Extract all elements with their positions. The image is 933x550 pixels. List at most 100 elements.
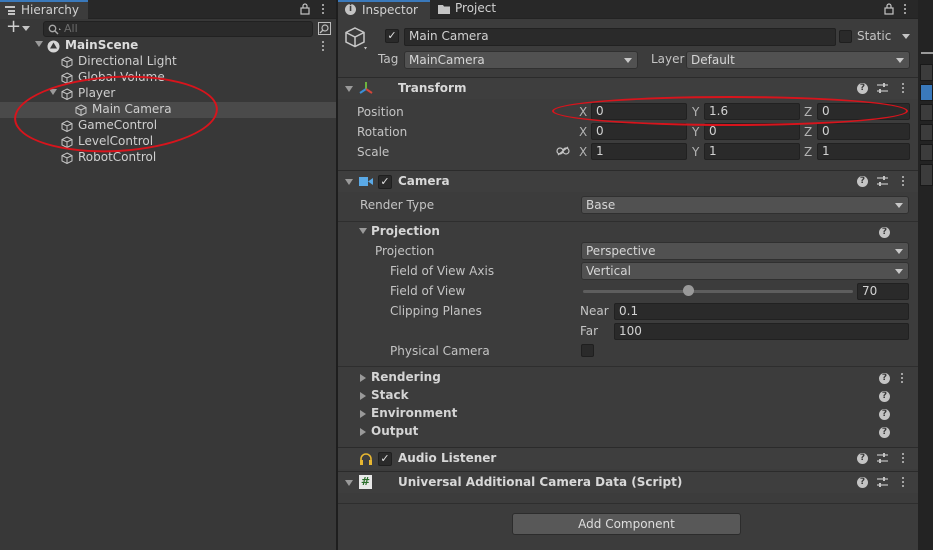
stack-section-title[interactable]: Stack: [371, 388, 409, 402]
audio-listener-checkbox[interactable]: ✓: [378, 452, 392, 466]
additional-camera-data-header[interactable]: # Universal Additional Camera Data (Scri…: [338, 471, 918, 493]
add-dropdown-icon[interactable]: [22, 26, 30, 31]
scene-menu-icon[interactable]: [322, 41, 325, 52]
strip-button-active[interactable]: [920, 84, 933, 101]
projection-dropdown[interactable]: Perspective: [581, 242, 909, 260]
static-dropdown-icon[interactable]: [902, 34, 910, 39]
rotation-z-input[interactable]: 0: [817, 123, 910, 140]
expand-arrow-icon[interactable]: [360, 374, 366, 382]
tag-dropdown[interactable]: MainCamera: [404, 51, 638, 69]
axis-z-label: Z: [804, 145, 813, 159]
component-menu-icon[interactable]: [902, 477, 905, 488]
tab-hierarchy-label: Hierarchy: [21, 3, 80, 17]
strip-button[interactable]: [920, 124, 933, 141]
strip-button[interactable]: [920, 64, 933, 81]
fov-label: Field of View: [390, 284, 466, 298]
active-checkbox[interactable]: ✓: [385, 29, 399, 43]
hierarchy-search-input[interactable]: All: [43, 21, 313, 37]
near-input[interactable]: 0.1: [614, 303, 909, 320]
fov-axis-dropdown[interactable]: Vertical: [581, 262, 909, 280]
expand-arrow-icon[interactable]: [35, 41, 43, 47]
environment-section-title[interactable]: Environment: [371, 406, 457, 420]
hierarchy-menu-icon[interactable]: [322, 4, 325, 15]
presets-icon[interactable]: [876, 175, 889, 188]
camera-enabled-checkbox[interactable]: ✓: [378, 175, 392, 189]
tab-project[interactable]: Project: [434, 0, 514, 19]
help-icon[interactable]: ?: [857, 453, 868, 464]
transform-header[interactable]: Transform ?: [338, 77, 918, 99]
tree-item-mainscene[interactable]: MainScene: [0, 38, 336, 54]
axis-x-label: X: [579, 145, 588, 159]
transform-icon: [359, 82, 373, 94]
help-icon[interactable]: ?: [857, 83, 868, 94]
far-input[interactable]: 100: [614, 323, 909, 340]
render-type-dropdown[interactable]: Base: [581, 196, 909, 214]
static-checkbox[interactable]: [839, 30, 852, 43]
help-icon[interactable]: ?: [879, 227, 890, 238]
help-icon[interactable]: ?: [879, 409, 890, 420]
strip-button[interactable]: [920, 104, 933, 121]
tree-item-label: MainScene: [65, 38, 139, 52]
expand-arrow-icon[interactable]: [360, 392, 366, 400]
add-button[interactable]: +: [6, 16, 21, 37]
scale-y-input[interactable]: 1: [704, 143, 800, 160]
scene-search-icon[interactable]: [318, 22, 331, 35]
component-menu-icon[interactable]: [902, 83, 905, 94]
gameobject-cube-icon: [61, 152, 73, 164]
info-icon: i: [345, 4, 356, 15]
axis-x-label: X: [579, 125, 588, 139]
camera-header[interactable]: ✓ Camera ?: [338, 170, 918, 192]
tab-inspector[interactable]: i Inspector: [338, 0, 430, 19]
scale-z-input[interactable]: 1: [817, 143, 910, 160]
presets-icon[interactable]: [876, 476, 889, 489]
axis-z-label: Z: [804, 125, 813, 139]
collapse-arrow-icon[interactable]: [345, 179, 353, 185]
help-icon[interactable]: ?: [879, 427, 890, 438]
expand-arrow-icon[interactable]: [360, 410, 366, 418]
rotation-x-input[interactable]: 0: [591, 123, 687, 140]
layer-value: Default: [691, 53, 735, 67]
rendering-menu-icon[interactable]: [901, 373, 904, 384]
layer-label: Layer: [651, 52, 685, 66]
help-icon[interactable]: ?: [857, 477, 868, 488]
scale-x-input[interactable]: 1: [591, 143, 687, 160]
lock-icon[interactable]: [884, 3, 894, 15]
annotation-ellipse-position: [552, 96, 908, 126]
fov-slider-thumb[interactable]: [683, 285, 695, 296]
help-icon[interactable]: ?: [857, 176, 868, 187]
component-menu-icon[interactable]: [902, 176, 905, 187]
collapse-arrow-icon[interactable]: [345, 86, 353, 92]
collapse-arrow-icon[interactable]: [345, 480, 353, 486]
strip-button[interactable]: [920, 144, 933, 161]
object-name-input[interactable]: Main Camera: [404, 28, 836, 46]
chevron-down-icon: [895, 249, 903, 254]
tree-item-robotcontrol[interactable]: RobotControl: [0, 150, 336, 166]
component-menu-icon[interactable]: [902, 453, 905, 464]
rendering-section-title[interactable]: Rendering: [371, 370, 441, 384]
presets-icon[interactable]: [876, 452, 889, 465]
physical-camera-checkbox[interactable]: [581, 344, 594, 357]
tree-item-directional-light[interactable]: Directional Light: [0, 54, 336, 70]
rotation-label: Rotation: [357, 125, 408, 139]
add-component-button[interactable]: Add Component: [512, 513, 741, 535]
audio-listener-header[interactable]: ✓ Audio Listener ?: [338, 447, 918, 469]
search-placeholder: All: [64, 22, 78, 35]
projection-section-title[interactable]: Projection: [371, 224, 440, 238]
lock-icon[interactable]: [300, 3, 310, 15]
layer-dropdown[interactable]: Default: [686, 51, 910, 69]
presets-icon[interactable]: [876, 82, 889, 95]
collapse-arrow-icon[interactable]: [359, 228, 367, 234]
projection-value: Perspective: [586, 244, 656, 258]
constrain-proportions-icon[interactable]: [556, 146, 570, 156]
right-toolbar-strip: [918, 0, 933, 550]
output-section-title[interactable]: Output: [371, 424, 418, 438]
inspector-tabbar: i Inspector Project: [338, 0, 918, 19]
help-icon[interactable]: ?: [879, 391, 890, 402]
help-icon[interactable]: ?: [879, 373, 890, 384]
gameobject-large-icon[interactable]: [344, 26, 370, 52]
strip-button[interactable]: [920, 164, 933, 186]
expand-arrow-icon[interactable]: [360, 428, 366, 436]
inspector-menu-icon[interactable]: [904, 4, 907, 15]
fov-slider-track[interactable]: [583, 290, 853, 293]
fov-input[interactable]: 70: [857, 283, 909, 300]
